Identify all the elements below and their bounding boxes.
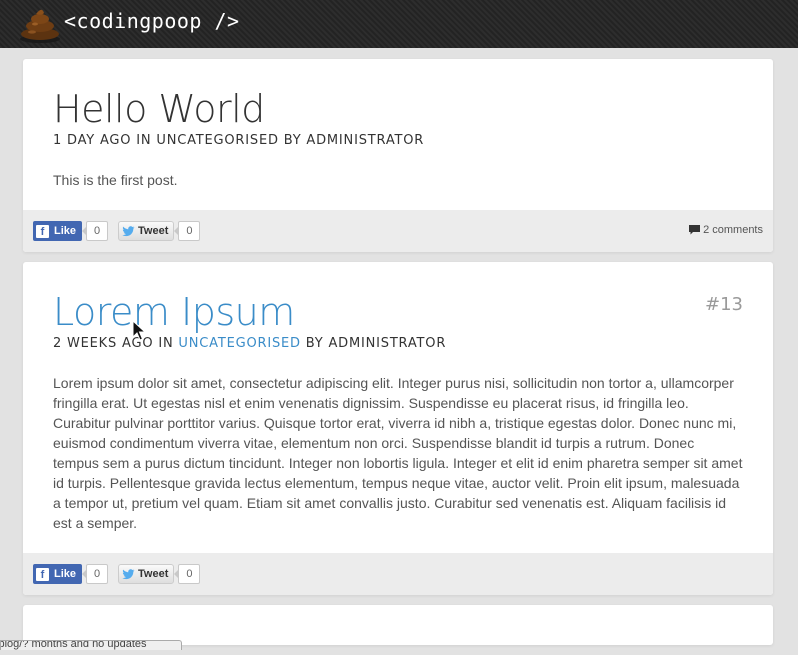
meta-in-word: in: [158, 336, 174, 351]
poop-icon[interactable]: [18, 4, 62, 44]
site-logo-text[interactable]: <codingpoop />: [64, 9, 240, 33]
like-label: Like: [54, 225, 77, 237]
like-count: 0: [82, 564, 109, 584]
post-card: #13 Lorem Ipsum 2 weeks ago in Uncategor…: [23, 262, 773, 595]
status-bar-url: vblog/? months and no updates: [0, 640, 147, 650]
post-category[interactable]: Uncategorised: [156, 133, 278, 148]
comments-link[interactable]: 2 comments: [689, 224, 763, 236]
post-text: Lorem ipsum dolor sit amet, consectetur …: [53, 375, 743, 531]
tweet-label: Tweet: [138, 225, 169, 237]
meta-by-word: by: [283, 133, 302, 148]
post-title[interactable]: Hello World: [53, 87, 743, 131]
post-meta: 2 weeks ago in Uncategorised by Administ…: [53, 336, 743, 351]
post-card: Hello World 1 day ago in Uncategorised b…: [23, 59, 773, 252]
comments-count: 2 comments: [703, 224, 763, 236]
tweet-label: Tweet: [138, 568, 169, 580]
browser-status-bar: vblog/? months and no updates: [0, 640, 182, 650]
post-time: 1 day ago: [53, 133, 132, 148]
post-title[interactable]: Lorem Ipsum: [53, 290, 743, 334]
post-text: This is the first post.: [53, 172, 178, 188]
post-body: Lorem Ipsum 2 weeks ago in Uncategorised…: [23, 262, 773, 553]
facebook-like-button[interactable]: f Like: [33, 221, 83, 241]
meta-in-word: in: [136, 133, 152, 148]
post-author[interactable]: Administrator: [328, 336, 446, 351]
twitter-bird-icon: [122, 225, 135, 236]
mouse-pointer-icon: [132, 320, 146, 341]
post-category[interactable]: Uncategorised: [178, 336, 300, 351]
like-label: Like: [54, 568, 77, 580]
site-header: <codingpoop />: [0, 0, 798, 48]
tweet-count: 0: [174, 221, 201, 241]
facebook-like-button[interactable]: f Like: [33, 564, 83, 584]
tweet-button[interactable]: Tweet: [118, 564, 175, 584]
like-count: 0: [82, 221, 109, 241]
comment-bubble-icon: [689, 225, 701, 235]
tweet-button[interactable]: Tweet: [118, 221, 175, 241]
tweet-count: 0: [174, 564, 201, 584]
twitter-bird-icon: [122, 568, 135, 579]
post-meta: 1 day ago in Uncategorised by Administra…: [53, 133, 743, 148]
post-number: #13: [705, 294, 743, 315]
post-card-next: [23, 605, 773, 645]
meta-by-word: by: [305, 336, 324, 351]
facebook-f-icon: f: [36, 224, 49, 238]
post-list: Hello World 1 day ago in Uncategorised b…: [23, 59, 773, 655]
post-share-bar: f Like 0 Tweet 0 2 comments: [23, 210, 773, 252]
post-body: Hello World 1 day ago in Uncategorised b…: [23, 59, 773, 210]
post-share-bar: f Like 0 Tweet 0: [23, 553, 773, 595]
facebook-f-icon: f: [36, 567, 49, 581]
post-author[interactable]: Administrator: [306, 133, 424, 148]
